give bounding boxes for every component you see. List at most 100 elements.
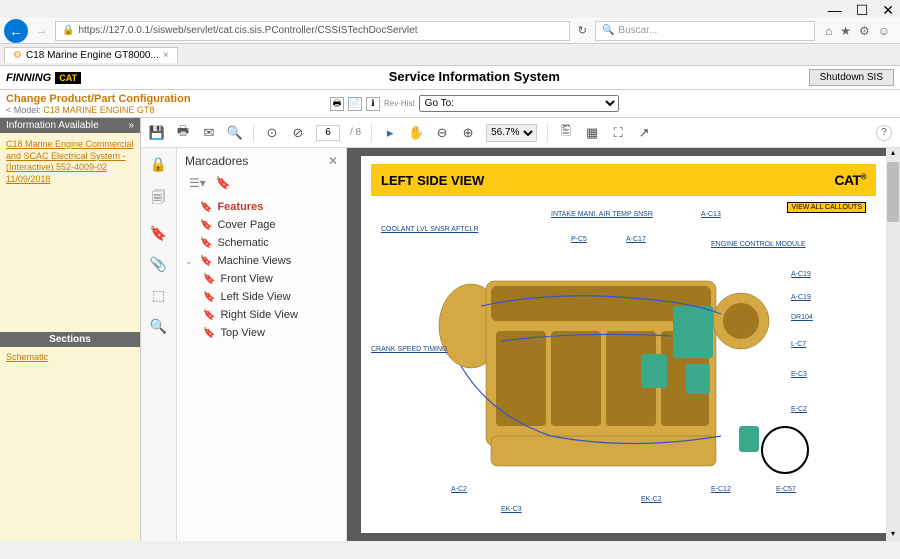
- hand-icon[interactable]: ✋: [408, 125, 424, 141]
- bm-machine-views[interactable]: ⌄🔖Machine Views: [185, 252, 338, 270]
- pdf-page-container[interactable]: LEFT SIDE VIEW CAT® VIEW ALL CALLOUTS: [347, 148, 900, 541]
- zoom-out-icon[interactable]: ⊖: [434, 125, 450, 141]
- pages-rail-icon[interactable]: 🗐: [152, 187, 166, 211]
- bm-top-view[interactable]: 🔖Top View: [185, 324, 338, 342]
- info-doc-link[interactable]: C18 Marine Engine Commercial and SCAC El…: [6, 139, 134, 186]
- callout-e-c3[interactable]: E-C3: [791, 371, 807, 378]
- browser-tab[interactable]: ⚙ C18 Marine Engine GT8000... ×: [4, 47, 178, 63]
- forward-button[interactable]: →: [32, 25, 51, 37]
- favorites-icon[interactable]: ★: [840, 24, 851, 38]
- bm-tool-list-icon[interactable]: ☰▾: [189, 176, 206, 190]
- bookmark-rail-icon[interactable]: 🔖: [150, 225, 167, 242]
- bm-features[interactable]: 🔖Features: [185, 198, 338, 216]
- page-number-input[interactable]: [316, 125, 340, 141]
- info-expand-icon[interactable]: »: [128, 120, 134, 131]
- layers-rail-icon[interactable]: ⬚: [152, 287, 165, 304]
- browser-search[interactable]: 🔍 Buscar...: [595, 21, 815, 41]
- print-icon[interactable]: 🖶: [175, 122, 191, 144]
- bookmark-panel-close[interactable]: ✕: [328, 154, 338, 168]
- email-icon[interactable]: ✉: [201, 125, 217, 141]
- smile-icon[interactable]: ☺: [878, 24, 890, 38]
- pdf-viewer: 💾 🖶 ✉ 🔍 ⊙ ⊘ / 8 ▸ ✋ ⊖ ⊕ 56.7% 🖺 ▦ ⛶ ↗ ? …: [140, 118, 900, 541]
- tab-icon: ⚙: [13, 50, 22, 61]
- tab-close-button[interactable]: ×: [163, 50, 169, 61]
- home-icon[interactable]: ⌂: [825, 24, 832, 38]
- page-title: LEFT SIDE VIEW: [381, 173, 484, 188]
- pdf-page: LEFT SIDE VIEW CAT® VIEW ALL CALLOUTS: [361, 156, 886, 533]
- minimize-button[interactable]: —: [828, 2, 842, 19]
- tab-bar: ⚙ C18 Marine Engine GT8000... ×: [0, 44, 900, 66]
- callout-a-c2[interactable]: A-C2: [451, 486, 467, 493]
- page-title-banner: LEFT SIDE VIEW CAT®: [371, 164, 876, 196]
- sections-header: Sections: [0, 332, 140, 347]
- close-button[interactable]: ✕: [882, 2, 894, 19]
- rev-hist-label: Rev-Hist: [384, 99, 415, 108]
- lock-icon: 🔒: [62, 25, 74, 36]
- callout-intake[interactable]: INTAKE MANI. AIR TEMP SNSR: [551, 211, 653, 218]
- callout-e-c12[interactable]: E-C12: [711, 486, 731, 493]
- callout-dr104[interactable]: DR104: [791, 314, 813, 321]
- zoom-select[interactable]: 56.7%: [486, 124, 537, 142]
- print-icon[interactable]: 🖶: [330, 97, 344, 111]
- page-up-icon[interactable]: ⊙: [264, 125, 280, 141]
- share-icon[interactable]: ↗: [636, 125, 652, 141]
- tab-title: C18 Marine Engine GT8000...: [26, 50, 159, 61]
- maximize-button[interactable]: ☐: [856, 2, 869, 19]
- layout-icon[interactable]: ▦: [584, 125, 600, 141]
- fullscreen-icon[interactable]: ⛶: [610, 125, 626, 141]
- search-icon[interactable]: 🔍: [227, 125, 243, 141]
- callout-a-c19a[interactable]: A-C19: [791, 271, 811, 278]
- brand-logo: FINNING CAT: [0, 72, 140, 84]
- info-available-header: Information Available »: [0, 118, 140, 133]
- callout-a-c19b[interactable]: A-C19: [791, 294, 811, 301]
- pdf-scrollbar[interactable]: ▴ ▾: [886, 148, 900, 541]
- page-down-icon[interactable]: ⊘: [290, 125, 306, 141]
- lock-rail-icon[interactable]: 🔒: [150, 156, 167, 173]
- callout-ecm[interactable]: ENGINE CONTROL MODULE: [711, 241, 806, 248]
- tools-icon[interactable]: ⚙: [859, 24, 870, 38]
- callout-a-c17[interactable]: A-C17: [626, 236, 646, 243]
- finning-text: FINNING: [6, 72, 51, 84]
- url-bar[interactable]: 🔒 https://127.0.0.1/sisweb/servlet/cat.c…: [55, 21, 570, 41]
- bm-front-view[interactable]: 🔖Front View: [185, 270, 338, 288]
- bm-tool-find-icon[interactable]: 🔖: [216, 176, 231, 190]
- bookmark-panel-title: Marcadores: [185, 154, 248, 168]
- callout-p-c5[interactable]: P-C5: [571, 236, 587, 243]
- refresh-button[interactable]: ↻: [574, 24, 591, 37]
- info-icon[interactable]: ℹ: [366, 97, 380, 111]
- bm-schematic[interactable]: 🔖Schematic: [185, 234, 338, 252]
- goto-select[interactable]: Go To:: [419, 95, 619, 112]
- pdf-sidebar-rail: 🔒 🗐 🔖 📎 ⬚ 🔍: [141, 148, 177, 541]
- engine-svg: [431, 236, 791, 516]
- engine-diagram: COOLANT LVL SNSR AFTCLR INTAKE MANI. AIR…: [371, 196, 876, 517]
- config-title-link[interactable]: Change Product/Part Configuration: [6, 93, 191, 105]
- zoom-in-icon[interactable]: ⊕: [460, 125, 476, 141]
- search-rail-icon[interactable]: 🔍: [150, 318, 167, 335]
- detail-circle: [761, 426, 809, 474]
- callout-e-c2[interactable]: E-C2: [791, 406, 807, 413]
- callout-l-c7[interactable]: L-C7: [791, 341, 806, 348]
- url-text: https://127.0.0.1/sisweb/servlet/cat.cis…: [78, 25, 417, 36]
- bm-right-side-view[interactable]: 🔖Right Side View: [185, 306, 338, 324]
- bookmark-tree: 🔖Features 🔖Cover Page 🔖Schematic ⌄🔖Machi…: [185, 198, 338, 342]
- bookmark-tool-icon[interactable]: 🖺: [558, 122, 574, 144]
- back-button[interactable]: ←: [4, 19, 28, 43]
- doc-icon[interactable]: 📄: [348, 97, 362, 111]
- pdf-body: 🔒 🗐 🔖 📎 ⬚ 🔍 Marcadores ✕ ☰▾ 🔖 🔖Features: [141, 148, 900, 541]
- bm-cover-page[interactable]: 🔖Cover Page: [185, 216, 338, 234]
- save-icon[interactable]: 💾: [149, 125, 165, 141]
- pointer-icon[interactable]: ▸: [382, 125, 398, 141]
- bm-left-side-view[interactable]: 🔖Left Side View: [185, 288, 338, 306]
- callout-crank[interactable]: CRANK SPEED TIMING: [371, 346, 448, 353]
- callout-e-c57[interactable]: E-C57: [776, 486, 796, 493]
- attachment-rail-icon[interactable]: 📎: [150, 256, 167, 273]
- browser-toolbar: ← → 🔒 https://127.0.0.1/sisweb/servlet/c…: [0, 18, 900, 44]
- callout-ek-c2[interactable]: EK-C2: [641, 496, 662, 503]
- callout-coolant[interactable]: COOLANT LVL SNSR AFTCLR: [381, 226, 479, 233]
- callout-ek-c3[interactable]: EK-C3: [501, 506, 522, 513]
- callout-a-c13[interactable]: A-C13: [701, 211, 721, 218]
- section-schematic-link[interactable]: Schematic: [6, 352, 48, 362]
- model-link[interactable]: C18 MARINE ENGINE GT8: [43, 105, 154, 115]
- help-icon[interactable]: ?: [876, 125, 892, 141]
- shutdown-button[interactable]: Shutdown SIS: [809, 69, 894, 86]
